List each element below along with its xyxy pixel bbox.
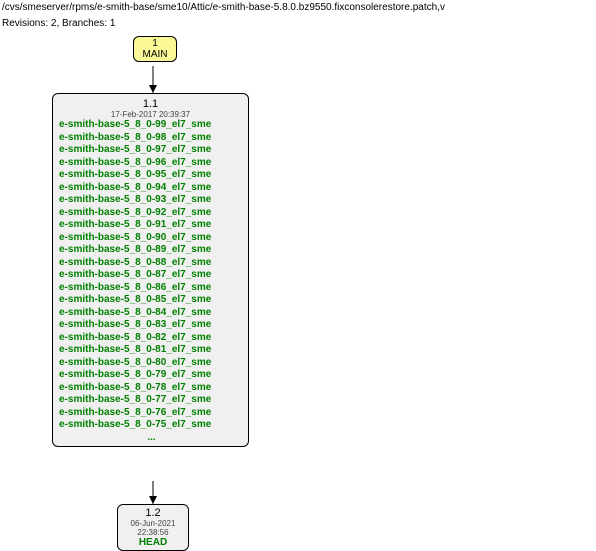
- rev-tags-list: e-smith-base-5_8_0-99_el7_smee-smith-bas…: [57, 119, 244, 432]
- tag-item: e-smith-base-5_8_0-75_el7_sme: [59, 419, 244, 432]
- tag-item: e-smith-base-5_8_0-89_el7_sme: [59, 244, 244, 257]
- tag-item: e-smith-base-5_8_0-93_el7_sme: [59, 194, 244, 207]
- header-revisions: Revisions: 2, Branches: 1: [2, 18, 594, 30]
- tag-item: e-smith-base-5_8_0-91_el7_sme: [59, 219, 244, 232]
- header-path: /cvs/smeserver/rpms/e-smith-base/sme10/A…: [2, 2, 594, 14]
- tag-item: e-smith-base-5_8_0-77_el7_sme: [59, 394, 244, 407]
- tag-item: e-smith-base-5_8_0-86_el7_sme: [59, 282, 244, 295]
- revision-tree: 1 MAIN 1.1 17-Feb-2017 20:39:37 e-smith-…: [2, 34, 592, 544]
- tag-item: e-smith-base-5_8_0-88_el7_sme: [59, 257, 244, 270]
- rev-number: 1.2: [122, 507, 184, 519]
- tag-item: e-smith-base-5_8_0-95_el7_sme: [59, 169, 244, 182]
- tag-item: e-smith-base-5_8_0-82_el7_sme: [59, 332, 244, 345]
- tag-item: e-smith-base-5_8_0-84_el7_sme: [59, 307, 244, 320]
- tag-item: e-smith-base-5_8_0-92_el7_sme: [59, 207, 244, 220]
- tag-item: e-smith-base-5_8_0-79_el7_sme: [59, 369, 244, 382]
- revision-node-1-2[interactable]: 1.2 06-Jun-2021 22:38:56 HEAD: [117, 504, 189, 551]
- rev-tags-ellipsis: ...: [57, 432, 244, 445]
- tag-item: e-smith-base-5_8_0-87_el7_sme: [59, 269, 244, 282]
- tag-item: e-smith-base-5_8_0-90_el7_sme: [59, 232, 244, 245]
- branch-node-main[interactable]: 1 MAIN: [133, 36, 177, 62]
- branch-rev: 1: [140, 38, 170, 49]
- revision-node-1-1[interactable]: 1.1 17-Feb-2017 20:39:37 e-smith-base-5_…: [52, 93, 249, 447]
- tag-item: e-smith-base-5_8_0-97_el7_sme: [59, 144, 244, 157]
- tag-item: e-smith-base-5_8_0-98_el7_sme: [59, 132, 244, 145]
- rev-date: 06-Jun-2021 22:38:56: [122, 519, 184, 537]
- tag-item: e-smith-base-5_8_0-83_el7_sme: [59, 319, 244, 332]
- tag-item: e-smith-base-5_8_0-94_el7_sme: [59, 182, 244, 195]
- tag-item: e-smith-base-5_8_0-85_el7_sme: [59, 294, 244, 307]
- tag-item: e-smith-base-5_8_0-76_el7_sme: [59, 407, 244, 420]
- rev-number: 1.1: [57, 98, 244, 110]
- tag-item: e-smith-base-5_8_0-80_el7_sme: [59, 357, 244, 370]
- rev-date: 17-Feb-2017 20:39:37: [57, 110, 244, 119]
- tag-item: e-smith-base-5_8_0-78_el7_sme: [59, 382, 244, 395]
- tag-item: e-smith-base-5_8_0-81_el7_sme: [59, 344, 244, 357]
- tag-item: e-smith-base-5_8_0-99_el7_sme: [59, 119, 244, 132]
- tag-item: e-smith-base-5_8_0-96_el7_sme: [59, 157, 244, 170]
- branch-label: MAIN: [140, 49, 170, 60]
